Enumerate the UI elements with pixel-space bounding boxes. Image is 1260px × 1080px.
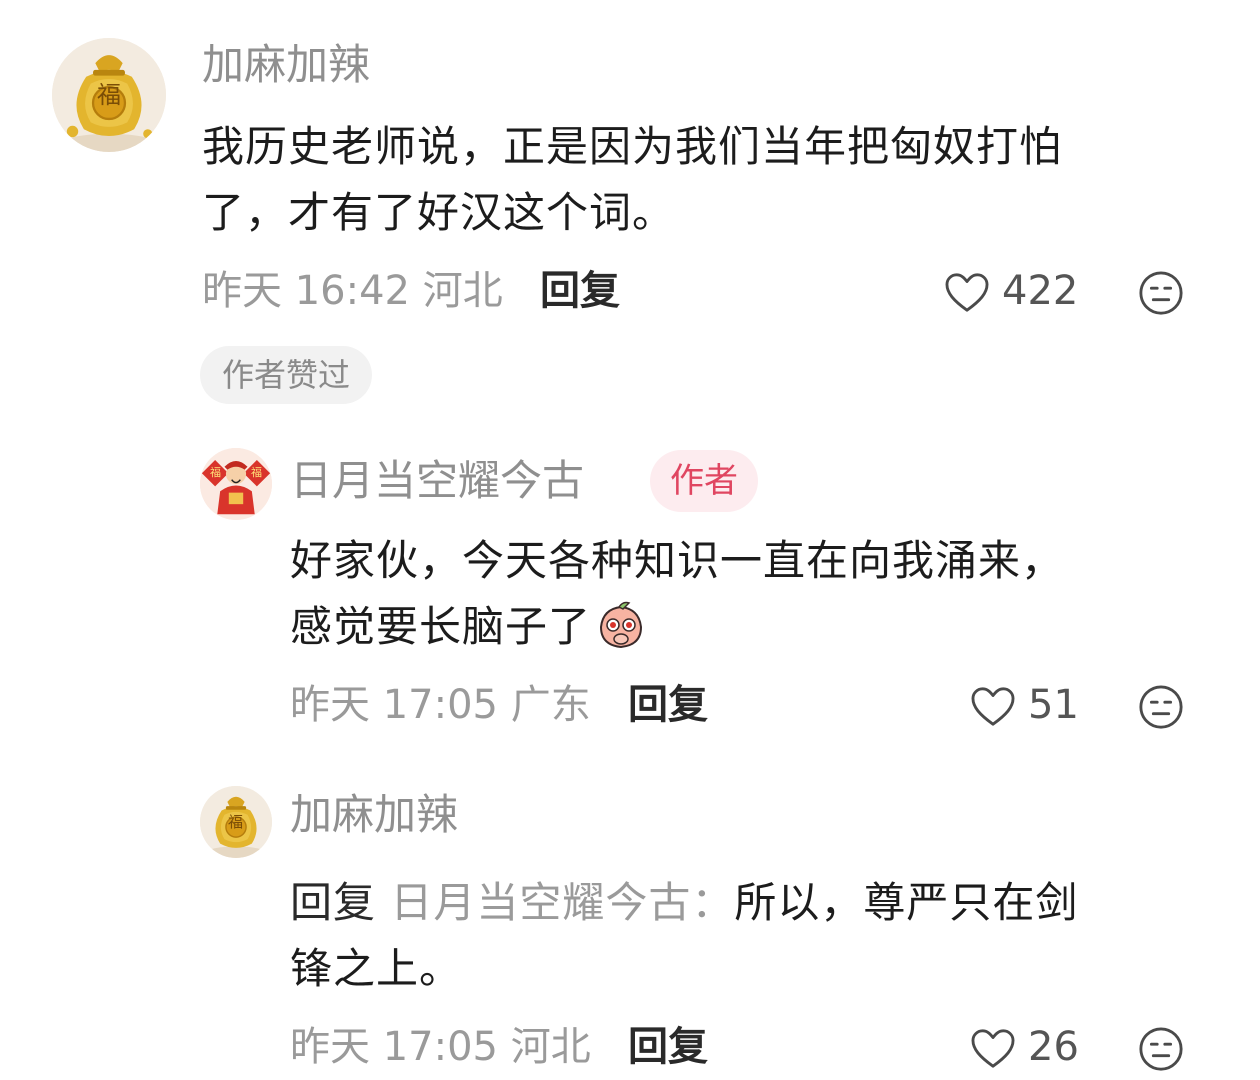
avatar[interactable]: 福 [52,38,166,152]
heart-outline-icon[interactable] [970,686,1016,728]
comment-time: 昨天 17:05 [290,1024,498,1070]
like-count: 422 [1002,268,1079,314]
avatar[interactable]: 福 福 [200,448,272,520]
comment-text-fragment: 感觉要长脑子了 [290,602,592,651]
like-count: 51 [1028,682,1079,728]
neutral-face-icon[interactable] [1138,270,1184,316]
comment-text-line: 回复 日月当空耀今古：所以，尊严只在剑 [290,870,1220,936]
author-badge: 作者 [650,450,758,512]
avatar-character: 福 [210,466,221,479]
comment-text-line: 我历史老师说，正是因为我们当年把匈奴打怕 [202,122,1063,171]
comment-meta: 昨天 17:05 广东 [290,680,591,730]
comment-text: 回复 日月当空耀今古：所以，尊严只在剑 锋之上。 [290,870,1220,1002]
username[interactable]: 加麻加辣 [202,40,370,90]
comment-text: 我历史老师说，正是因为我们当年把匈奴打怕 了，才有了好汉这个词。 [202,114,1212,246]
reply-button[interactable]: 回复 [628,680,708,730]
comment-meta: 昨天 17:05 河北 [290,1022,591,1072]
like-count: 26 [1028,1024,1079,1070]
username[interactable]: 日月当空耀今古 [290,456,584,506]
fortune-god-avatar-icon [200,448,272,520]
comment-text-line: 锋之上。 [290,944,463,993]
author-liked-badge: 作者赞过 [200,346,373,404]
reply-button[interactable]: 回复 [540,266,620,316]
comment-text-line: 好家伙，今天各种知识一直在向我涌来， [290,536,1065,585]
neutral-face-icon[interactable] [1138,684,1184,730]
heart-outline-icon[interactable] [944,272,990,314]
username[interactable]: 加麻加辣 [290,790,458,840]
avatar[interactable]: 福 [200,786,272,858]
comment-meta: 昨天 16:42 河北 [202,266,503,316]
avatar-character: 福 [228,813,244,831]
comment-text-fragment: 所以，尊严只在剑 [734,878,1079,927]
comment-time: 昨天 17:05 [290,682,498,728]
reply-prefix: 回复 [290,878,377,927]
avatar-character: 福 [251,466,262,479]
heart-outline-icon[interactable] [970,1028,1016,1070]
reply-target-username[interactable]: 日月当空耀今古： [390,878,734,927]
reply-button[interactable]: 回复 [628,1022,708,1072]
comment-location: 河北 [510,1024,591,1070]
comment-location: 广东 [510,682,591,728]
comment-text: 好家伙，今天各种知识一直在向我涌来， 感觉要长脑子了 [290,528,1220,660]
comment-text-line: 了，才有了好汉这个词。 [202,188,676,237]
peach-emoji-icon [600,601,643,649]
comment-location: 河北 [422,268,503,314]
comment-time: 昨天 16:42 [202,268,410,314]
comment-text-line-2: 感觉要长脑子了 [290,594,1220,660]
neutral-face-icon[interactable] [1138,1026,1184,1072]
avatar-character: 福 [97,81,121,109]
